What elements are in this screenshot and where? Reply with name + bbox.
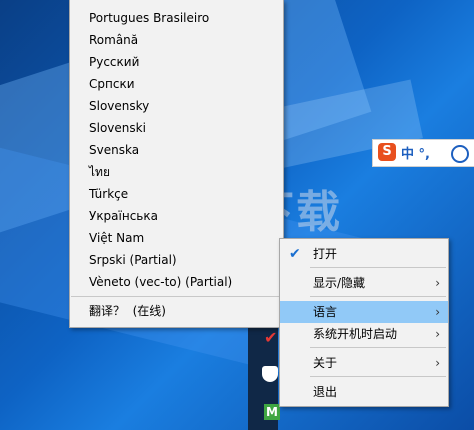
language-item[interactable]: Українська <box>89 205 158 227</box>
menu-item-label: 打开 <box>313 247 338 261</box>
menu-item-startup[interactable]: 系统开机时启动 › <box>280 323 448 345</box>
ime-mode-text[interactable]: 中 °, <box>401 143 430 162</box>
chevron-right-icon: › <box>435 305 440 319</box>
menu-item-exit[interactable]: 退出 <box>280 381 448 403</box>
menu-divider <box>310 347 446 348</box>
language-item[interactable]: Română <box>89 29 138 51</box>
menu-item-open[interactable]: ✔ 打开 <box>280 243 448 265</box>
menu-item-about[interactable]: 关于 › <box>280 352 448 374</box>
menu-item-label: 退出 <box>313 385 338 399</box>
language-item[interactable]: Vèneto (vec-to) (Partial) <box>89 271 232 293</box>
menu-divider <box>71 296 282 297</box>
chevron-right-icon: › <box>435 356 440 370</box>
tray-m-icon[interactable]: M <box>264 404 280 420</box>
menu-divider <box>310 376 446 377</box>
tray-app-check-icon[interactable]: ✔ <box>264 330 280 346</box>
language-item[interactable]: Slovenski <box>89 117 146 139</box>
tray-context-menu: ✔ 打开 显示/隐藏 › 语言 › 系统开机时启动 › 关于 › 退出 <box>279 238 449 407</box>
chevron-right-icon: › <box>435 276 440 290</box>
menu-item-label: 关于 <box>313 356 338 370</box>
menu-divider <box>310 267 446 268</box>
language-item[interactable]: Slovensky <box>89 95 149 117</box>
ime-logo-icon[interactable]: S <box>378 143 396 161</box>
menu-item-label: 系统开机时启动 <box>313 327 398 341</box>
ime-toolbar[interactable]: S 中 °, <box>372 139 474 167</box>
tray-shield-icon[interactable] <box>262 366 278 382</box>
translate-online-item[interactable]: 翻译？ (在线) <box>89 300 166 322</box>
menu-item-label: 语言 <box>313 305 338 319</box>
ime-emoji-icon[interactable] <box>451 145 469 163</box>
language-submenu: Portugues Brasileiro Română Русский Српс… <box>69 0 284 328</box>
language-item[interactable]: Српски <box>89 73 135 95</box>
language-item[interactable]: Srpski (Partial) <box>89 249 177 271</box>
menu-item-language[interactable]: 语言 › <box>280 301 448 323</box>
language-item[interactable]: Русский <box>89 51 139 73</box>
language-item[interactable]: Svenska <box>89 139 139 161</box>
menu-item-label: 显示/隐藏 <box>313 276 366 290</box>
checkmark-icon: ✔ <box>289 246 301 262</box>
chevron-right-icon: › <box>435 327 440 341</box>
language-item[interactable]: Portugues Brasileiro <box>89 7 209 29</box>
menu-divider <box>310 296 446 297</box>
menu-item-show-hide[interactable]: 显示/隐藏 › <box>280 272 448 294</box>
language-item[interactable]: Türkçe <box>89 183 128 205</box>
language-item[interactable]: Việt Nam <box>89 227 144 249</box>
language-item[interactable]: ไทย <box>89 161 110 183</box>
